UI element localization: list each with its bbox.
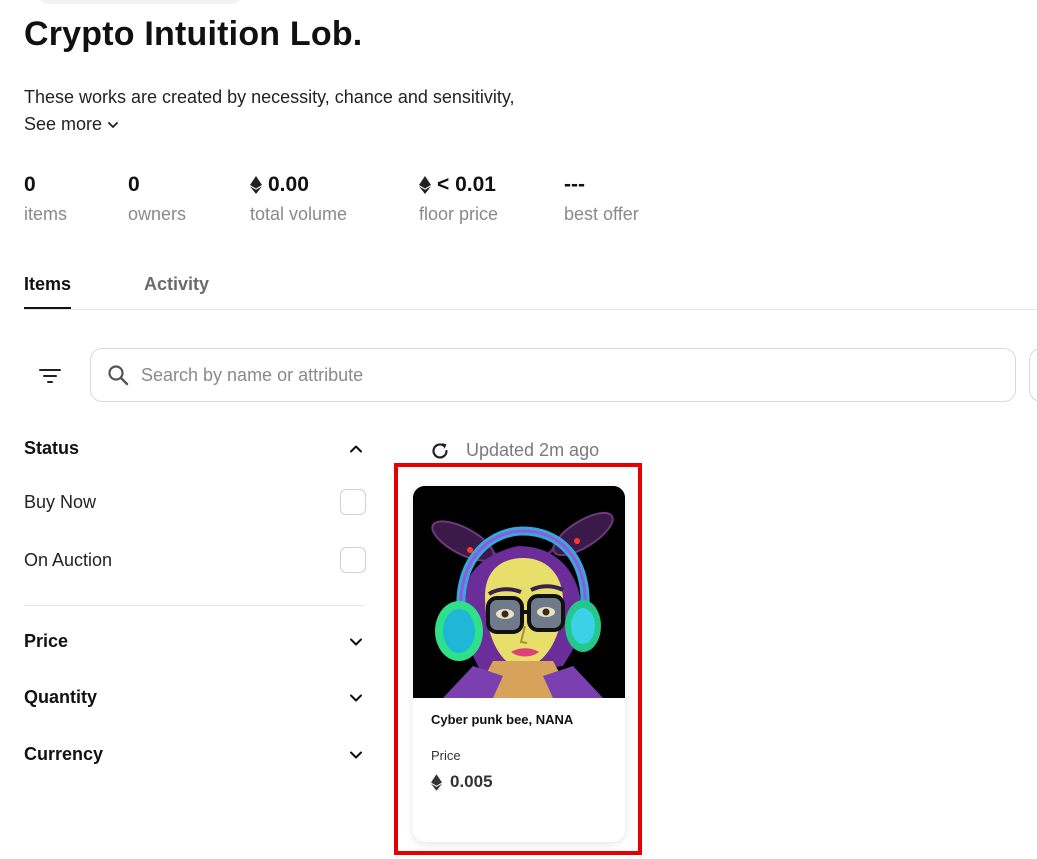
stat-total-volume-value: 0.00 xyxy=(268,173,309,196)
filter-quantity-header[interactable]: Quantity xyxy=(24,687,364,708)
chevron-down-icon xyxy=(350,694,362,701)
filter-price-header[interactable]: Price xyxy=(24,631,364,652)
stat-total-volume-label: total volume xyxy=(250,204,348,224)
refresh-icon[interactable] xyxy=(430,441,450,461)
stat-owners-label: owners xyxy=(128,204,187,224)
stat-items: 0 items xyxy=(24,172,67,225)
search-input[interactable] xyxy=(141,364,961,386)
nft-card-price-value: 0.005 xyxy=(450,772,493,791)
stat-total-volume: 0.00 total volume xyxy=(250,172,347,225)
nft-card-name: Cyber punk bee, NANA xyxy=(431,712,574,727)
filter-quantity-label: Quantity xyxy=(24,687,98,707)
stat-floor-price-value: < 0.01 xyxy=(437,173,496,196)
stat-items-label: items xyxy=(24,204,68,224)
stat-floor-price-label: floor price xyxy=(419,204,499,224)
filter-price-label: Price xyxy=(24,631,69,651)
filter-toggle-button[interactable] xyxy=(36,362,64,390)
updated-label: Updated 2m ago xyxy=(466,440,600,460)
see-more-button[interactable]: See more xyxy=(24,114,120,135)
nft-card-price: 0.005 xyxy=(431,772,493,792)
stat-floor-price: < 0.01 floor price xyxy=(419,172,498,225)
updated-status: Updated 2m ago xyxy=(430,440,599,461)
collection-title: Crypto Intuition Lob. xyxy=(24,15,363,53)
collection-description: These works are created by necessity, ch… xyxy=(24,87,515,107)
buy-now-checkbox[interactable] xyxy=(340,489,366,515)
nft-artwork-image xyxy=(413,486,625,698)
filter-currency-label: Currency xyxy=(24,744,104,764)
stat-best-offer-label: best offer xyxy=(564,204,639,224)
stat-items-value: 0 xyxy=(24,173,36,196)
filter-option-on-auction: On Auction xyxy=(24,547,366,573)
tab-items[interactable]: Items xyxy=(24,274,72,309)
tab-bar: Items Activity xyxy=(24,270,1037,310)
stat-best-offer-value: --- xyxy=(564,173,585,196)
filter-currency-header[interactable]: Currency xyxy=(24,744,364,765)
nft-card-price-label: Price xyxy=(431,748,461,763)
nft-card[interactable]: Cyber punk bee, NANA Price 0.005 xyxy=(413,486,625,842)
filter-divider xyxy=(24,605,364,606)
top-edge-shadow xyxy=(40,0,240,4)
ethereum-icon xyxy=(419,176,431,194)
see-more-label: See more xyxy=(24,114,103,134)
stat-best-offer: --- best offer xyxy=(564,172,639,225)
filter-option-label: Buy Now xyxy=(24,491,97,512)
chevron-up-icon xyxy=(350,445,362,452)
chevron-down-icon xyxy=(350,638,362,645)
ethereum-icon xyxy=(431,773,442,791)
search-bar xyxy=(90,348,1016,402)
stat-owners-value: 0 xyxy=(128,173,140,196)
filter-status-header[interactable]: Status xyxy=(24,438,364,459)
filter-option-buy-now: Buy Now xyxy=(24,489,366,515)
stat-owners: 0 owners xyxy=(128,172,186,225)
chevron-down-icon xyxy=(350,751,362,758)
on-auction-checkbox[interactable] xyxy=(340,547,366,573)
sort-dropdown[interactable] xyxy=(1029,348,1037,402)
chevron-down-icon xyxy=(108,121,118,128)
ethereum-icon xyxy=(250,176,262,194)
filter-option-label: On Auction xyxy=(24,549,113,570)
search-icon xyxy=(108,365,129,386)
filter-status-label: Status xyxy=(24,438,80,458)
filter-lines-icon xyxy=(39,369,61,383)
tab-activity[interactable]: Activity xyxy=(144,274,209,307)
